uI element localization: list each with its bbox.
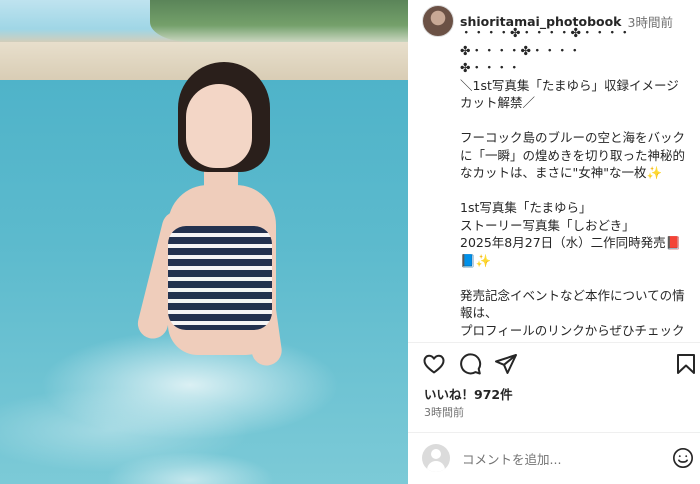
like-count[interactable]: いいね！972件: [424, 384, 513, 403]
user-avatar-icon: [422, 444, 450, 472]
bookmark-icon[interactable]: [674, 352, 698, 376]
posted-time[interactable]: 3時間前: [424, 404, 464, 420]
post-caption: ・・・・✤・・・・✤・・・・✤・・・・✤・・・・ ✤・・・・ ＼1st写真集「た…: [460, 25, 686, 338]
photo-figure-swimsuit: [168, 226, 272, 330]
divider: [408, 342, 700, 343]
author-avatar[interactable]: [422, 5, 454, 37]
photo-trees: [150, 0, 408, 42]
photo-figure-face: [186, 84, 252, 168]
comment-input[interactable]: コメントを追加...: [462, 449, 672, 468]
send-icon[interactable]: [494, 352, 518, 376]
emoji-smile-icon[interactable]: [672, 447, 694, 469]
post-image[interactable]: [0, 0, 408, 484]
post-side-panel: shioritamai_photobook 3時間前 ・・・・✤・・・・✤・・・…: [408, 0, 700, 484]
comment-composer: コメントを追加...: [422, 442, 694, 474]
divider: [408, 432, 700, 433]
action-bar: [422, 352, 695, 378]
heart-icon[interactable]: [422, 352, 446, 376]
comment-bubble-icon[interactable]: [458, 352, 482, 376]
